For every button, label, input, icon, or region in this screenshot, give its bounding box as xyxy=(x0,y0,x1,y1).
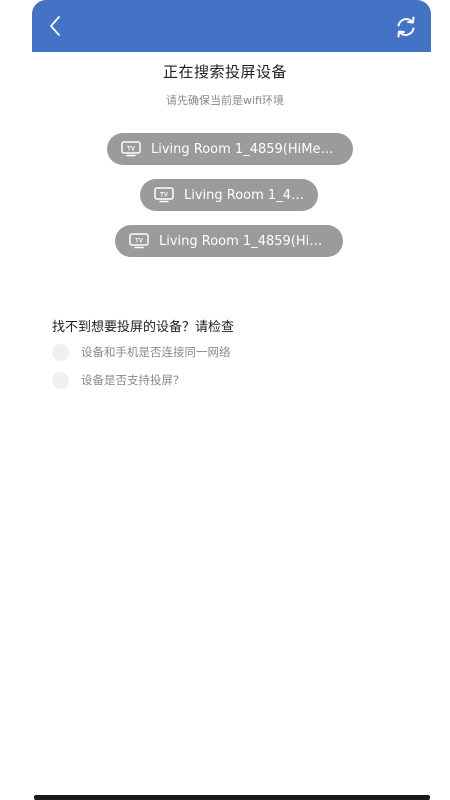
check-label: 设备和手机是否连接同一网络 xyxy=(81,345,231,359)
tv-icon: TV xyxy=(121,141,141,157)
chevron-left-icon xyxy=(50,16,60,36)
page-title: 正在搜索投屏设备 xyxy=(162,63,287,81)
back-button[interactable] xyxy=(42,12,68,40)
svg-text:TV: TV xyxy=(127,147,135,153)
check-label: 设备是否支持投屏? xyxy=(81,373,180,387)
top-bar xyxy=(32,0,431,52)
svg-text:TV: TV xyxy=(160,193,168,199)
refresh-icon xyxy=(397,16,415,38)
device-item[interactable]: TV Living Room 1_4859(HiDMR) xyxy=(115,225,343,257)
help-title: 找不到想要投屏的设备？请检查 xyxy=(52,320,235,335)
check-item-support-cast[interactable]: 设备是否支持投屏? xyxy=(52,370,179,390)
device-label: Living Room 1_4859 xyxy=(184,187,304,203)
bottom-edge-bar xyxy=(34,795,430,800)
tv-icon: TV xyxy=(129,233,149,249)
svg-text:TV: TV xyxy=(135,239,143,245)
page-subtitle: 请先确保当前是wifi环境 xyxy=(166,94,284,107)
screen: 正在搜索投屏设备 请先确保当前是wifi环境 TV Living Room 1_… xyxy=(0,0,450,800)
tv-icon: TV xyxy=(154,187,174,203)
refresh-button[interactable] xyxy=(393,14,419,40)
check-item-same-network[interactable]: 设备和手机是否连接同一网络 xyxy=(52,342,231,362)
check-radio[interactable] xyxy=(52,343,69,361)
device-item[interactable]: TV Living Room 1_4859 xyxy=(140,179,318,211)
device-item[interactable]: TV Living Room 1_4859(HiMedia... xyxy=(107,133,353,165)
check-radio[interactable] xyxy=(52,371,69,389)
device-label: Living Room 1_4859(HiDMR) xyxy=(159,233,329,249)
device-label: Living Room 1_4859(HiMedia... xyxy=(151,141,339,157)
